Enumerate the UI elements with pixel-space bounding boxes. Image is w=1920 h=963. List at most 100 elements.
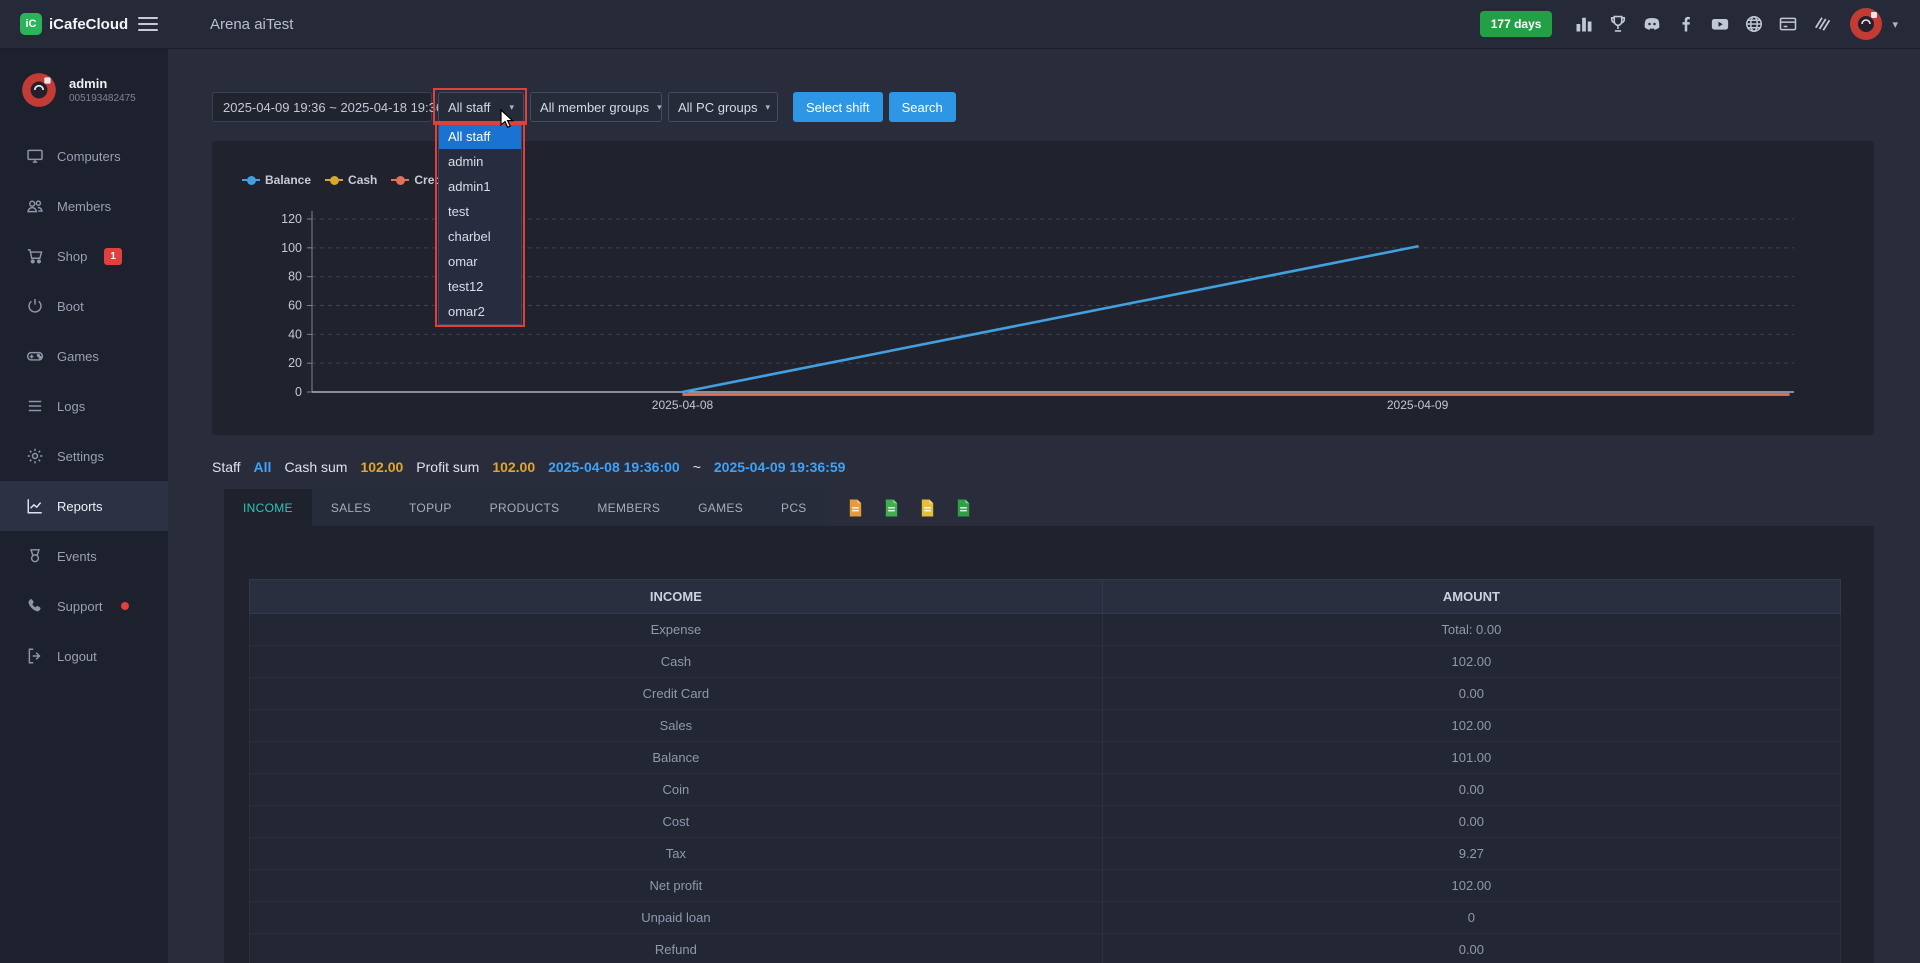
period-end: 2025-04-09 19:36:59 — [714, 459, 846, 475]
billing-icon[interactable] — [1778, 14, 1798, 34]
svg-text:100: 100 — [281, 241, 302, 255]
sidebar-item-computers[interactable]: Computers — [0, 131, 168, 181]
table-row: Tax9.27 — [250, 838, 1841, 870]
staff-option[interactable]: test12 — [439, 274, 521, 299]
user-name: admin — [69, 76, 136, 92]
tab-products[interactable]: PRODUCTS — [471, 489, 579, 526]
svg-text:40: 40 — [288, 327, 302, 341]
search-button[interactable]: Search — [889, 92, 956, 122]
cash-sum-label: Cash sum — [284, 459, 347, 475]
report-tabs-row: INCOMESALESTOPUPPRODUCTSMEMBERSGAMESPCS — [224, 489, 973, 526]
sidebar-item-logout[interactable]: Logout — [0, 631, 168, 681]
sidebar-item-members[interactable]: Members — [0, 181, 168, 231]
chevron-down-icon[interactable]: ▾ — [1892, 18, 1898, 31]
user-avatar[interactable] — [1848, 6, 1884, 42]
table-cell: Refund — [250, 934, 1103, 963]
boot-icon — [26, 297, 44, 315]
sidebar-user[interactable]: admin 005193482475 — [0, 49, 168, 131]
staff-option[interactable]: omar2 — [439, 299, 521, 324]
app-logo[interactable]: iC iCafeCloud — [0, 13, 130, 35]
staff-select[interactable]: All staff ▾ — [438, 92, 524, 122]
globe-icon[interactable] — [1744, 14, 1764, 34]
tab-topup[interactable]: TOPUP — [390, 489, 471, 526]
export-csv-icon[interactable] — [918, 498, 937, 518]
date-range-input[interactable]: 2025-04-09 19:36 ~ 2025-04-18 19:36 — [212, 92, 432, 122]
report-tabs: INCOMESALESTOPUPPRODUCTSMEMBERSGAMESPCS — [224, 489, 826, 526]
pc-groups-value: All PC groups — [678, 100, 757, 115]
table-row: Unpaid loan0 — [250, 902, 1841, 934]
sidebar-item-label: Logout — [57, 649, 97, 664]
staff-option[interactable]: test — [439, 199, 521, 224]
staff-value[interactable]: All — [254, 459, 272, 475]
table-cell: 0.00 — [1102, 678, 1840, 710]
sidebar-item-label: Events — [57, 549, 97, 564]
sidebar-item-label: Settings — [57, 449, 104, 464]
select-shift-button[interactable]: Select shift — [793, 92, 883, 122]
table-cell: Credit Card — [250, 678, 1103, 710]
table-row: Sales102.00 — [250, 710, 1841, 742]
table-cell: 102.00 — [1102, 870, 1840, 902]
legend-item[interactable]: Cash — [325, 173, 377, 187]
staff-option[interactable]: All staff — [439, 124, 521, 149]
discord-icon[interactable] — [1642, 14, 1662, 34]
sidebar-item-support[interactable]: Support — [0, 581, 168, 631]
svg-text:60: 60 — [288, 299, 302, 313]
user-id: 005193482475 — [69, 92, 136, 105]
facebook-icon[interactable] — [1676, 14, 1696, 34]
reports-icon — [26, 497, 44, 515]
youtube-icon[interactable] — [1710, 14, 1730, 34]
tab-sales[interactable]: SALES — [312, 489, 390, 526]
legend-label: Cash — [348, 173, 377, 187]
sidebar-item-events[interactable]: Events — [0, 531, 168, 581]
topbar: iC iCafeCloud Arena aiTest 177 days ▾ — [0, 0, 1920, 49]
sidebar-item-settings[interactable]: Settings — [0, 431, 168, 481]
svg-text:20: 20 — [288, 356, 302, 370]
sidebar-item-reports[interactable]: Reports — [0, 481, 168, 531]
staff-option[interactable]: charbel — [439, 224, 521, 249]
user-avatar — [20, 71, 58, 109]
sidebar-item-label: Support — [57, 599, 103, 614]
export-excel-icon[interactable] — [954, 498, 973, 518]
sidebar-item-label: Computers — [57, 149, 121, 164]
member-groups-select[interactable]: All member groups ▾ — [530, 92, 662, 122]
export-icon-group — [846, 498, 973, 518]
export-html-icon[interactable] — [882, 498, 901, 518]
staff-option[interactable]: admin — [439, 149, 521, 174]
sidebar-item-logs[interactable]: Logs — [0, 381, 168, 431]
table-row: Net profit102.00 — [250, 870, 1841, 902]
shop-badge: 1 — [104, 248, 122, 265]
export-pdf-icon[interactable] — [846, 498, 865, 518]
legend-marker-icon — [242, 176, 260, 185]
sidebar-item-label: Members — [57, 199, 111, 214]
sidebar-menu: Computers Members Shop1BootGames Logs Settin… — [0, 131, 168, 681]
sidebar-item-games[interactable]: Games — [0, 331, 168, 381]
pc-groups-select[interactable]: All PC groups ▾ — [668, 92, 778, 122]
layers-icon[interactable] — [1812, 14, 1832, 34]
column-header: INCOME — [250, 580, 1103, 614]
legend-label: Balance — [265, 173, 311, 187]
legend-item[interactable]: Balance — [242, 173, 311, 187]
stats-icon[interactable] — [1574, 14, 1594, 34]
app-root: iC iCafeCloud Arena aiTest 177 days ▾ ad… — [0, 0, 1920, 963]
sidebar: admin 005193482475 Computers Members Shop1… — [0, 49, 168, 963]
cash-sum-value: 102.00 — [360, 459, 403, 475]
staff-option[interactable]: admin1 — [439, 174, 521, 199]
profit-sum-value: 102.00 — [492, 459, 535, 475]
menu-toggle-icon[interactable] — [138, 17, 158, 31]
topbar-right: 177 days ▾ — [1480, 6, 1920, 42]
tab-members[interactable]: MEMBERS — [578, 489, 679, 526]
logo-icon: iC — [20, 13, 42, 35]
table-cell: 102.00 — [1102, 710, 1840, 742]
sidebar-item-shop[interactable]: Shop1 — [0, 231, 168, 281]
chevron-down-icon: ▾ — [657, 102, 662, 113]
table-cell: Sales — [250, 710, 1103, 742]
tab-income[interactable]: INCOME — [224, 489, 312, 526]
license-days-badge[interactable]: 177 days — [1480, 11, 1553, 37]
trophy-icon[interactable] — [1608, 14, 1628, 34]
tab-games[interactable]: GAMES — [679, 489, 762, 526]
staff-option[interactable]: omar — [439, 249, 521, 274]
chevron-down-icon: ▾ — [509, 102, 514, 113]
sidebar-item-boot[interactable]: Boot — [0, 281, 168, 331]
tab-pcs[interactable]: PCS — [762, 489, 826, 526]
sidebar-item-label: Logs — [57, 399, 85, 414]
